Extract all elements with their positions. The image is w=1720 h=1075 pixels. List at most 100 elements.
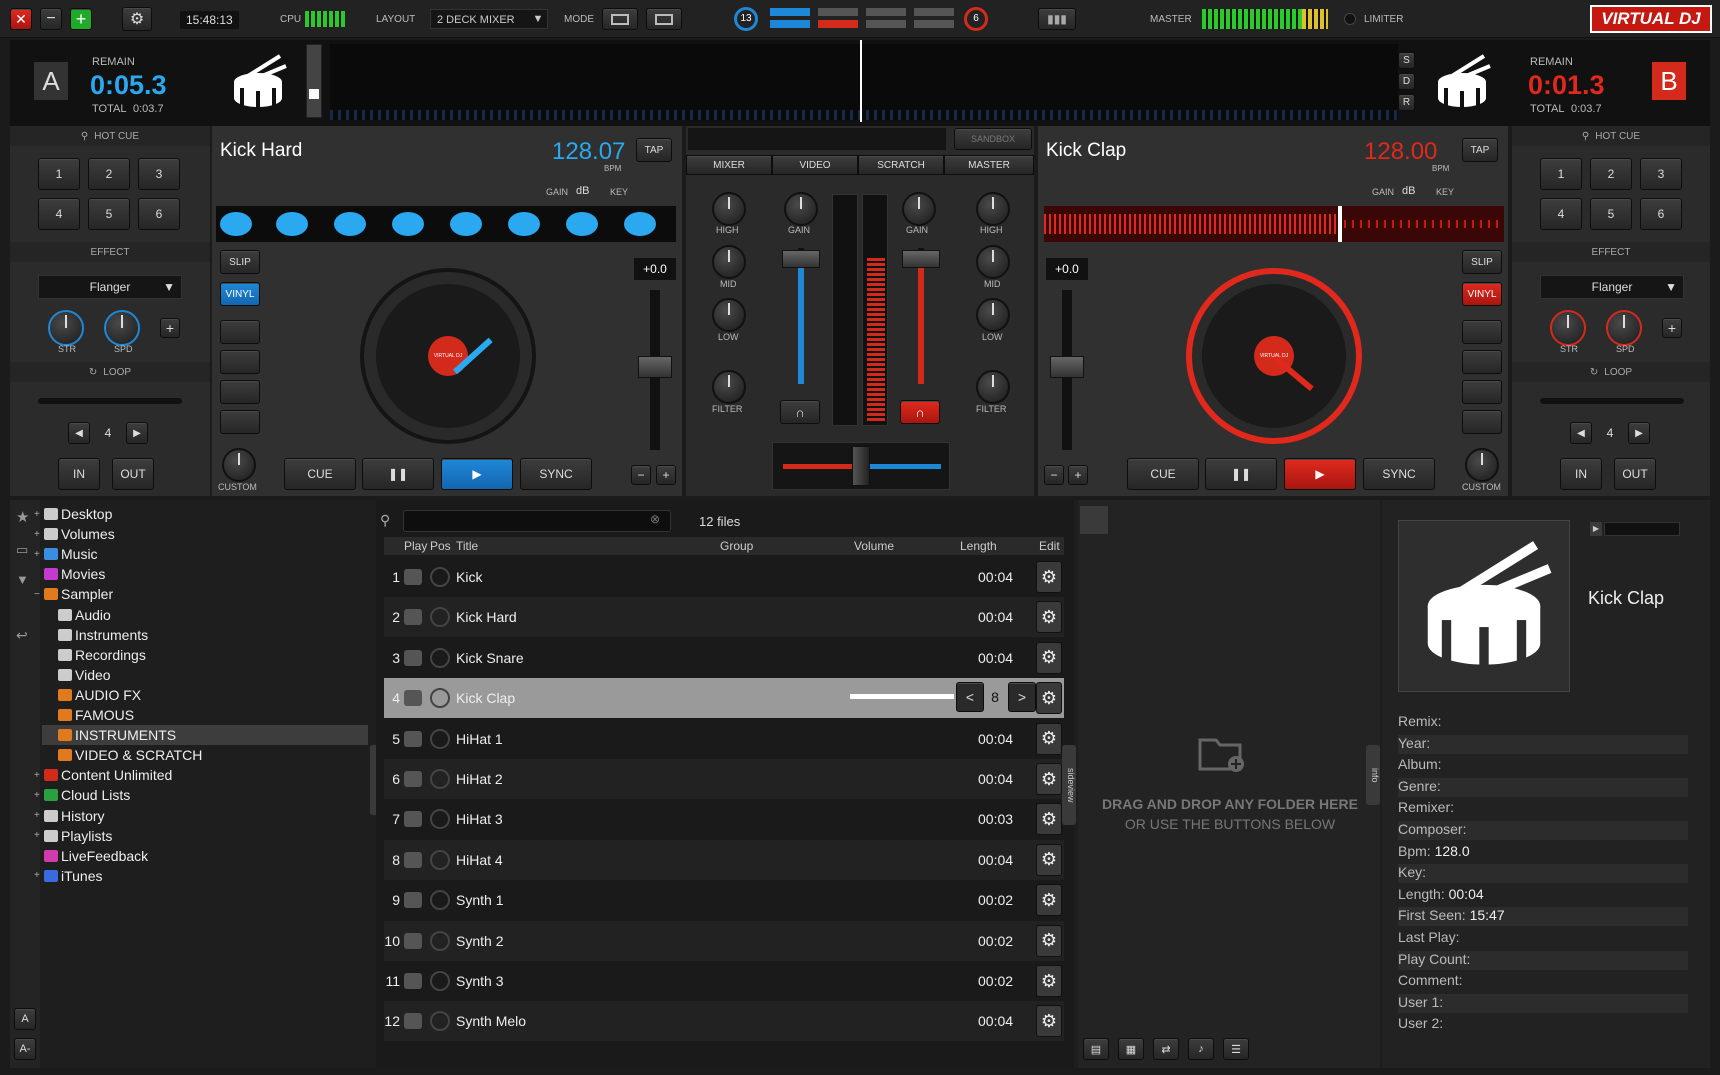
deck-b-platter[interactable]: VIRTUAL DJ (1186, 268, 1362, 444)
deck-a-pitch-fader[interactable] (638, 356, 672, 378)
add-effect-button-right[interactable]: + (1662, 318, 1682, 338)
table-row[interactable]: 5 HiHat 1 00:04 ⚙ (384, 719, 1064, 759)
gear-icon[interactable]: ⚙ (1036, 803, 1062, 836)
deck-a-play-button[interactable]: ▶ (441, 458, 513, 490)
gear-icon[interactable]: ⚙ (1036, 884, 1062, 917)
close-button[interactable]: ✕ (10, 8, 32, 30)
tree-item[interactable]: INSTRUMENTS (58, 725, 176, 745)
loop-prev-left[interactable]: ◀ (68, 422, 90, 444)
star-icon[interactable]: ★ (16, 508, 29, 526)
selected-row-volume[interactable] (850, 694, 954, 699)
spd-knob-right[interactable] (1606, 310, 1642, 346)
tab-video[interactable]: VIDEO (772, 155, 858, 175)
tree-item[interactable]: + Content Unlimited (34, 765, 172, 785)
loop-in-right[interactable]: IN (1560, 458, 1602, 490)
loop-slider-left[interactable] (38, 398, 182, 404)
expand-icon[interactable]: + (34, 810, 42, 821)
loop-out-left[interactable]: OUT (112, 458, 154, 490)
tree-item[interactable]: + Playlists (34, 826, 112, 846)
deck-b-pitch-fader[interactable] (1050, 356, 1084, 378)
mode-button-2[interactable] (646, 8, 682, 30)
hotcue-6-left[interactable]: 6 (138, 198, 180, 230)
deck-a-vinyl-button[interactable]: VINYL (220, 282, 260, 306)
loop-slider-right[interactable] (1540, 398, 1684, 404)
font-size-button[interactable]: A (14, 1008, 36, 1030)
expand-icon[interactable]: + (34, 509, 42, 520)
hotcue-5-left[interactable]: 5 (88, 198, 130, 230)
deck-a-waveform[interactable] (216, 206, 676, 242)
effect-select-right[interactable]: Flanger ▼ (1540, 275, 1684, 299)
table-row[interactable]: 9 Synth 1 00:02 ⚙ (384, 880, 1064, 920)
deck-b-waveform[interactable] (1044, 206, 1504, 242)
hotcue-4-right[interactable]: 4 (1540, 198, 1582, 230)
deck-b-pad-1[interactable] (1462, 320, 1502, 344)
settings-icon[interactable]: ⚙ (122, 7, 152, 31)
loop-prev-right[interactable]: ◀ (1570, 422, 1592, 444)
hotcue-5-right[interactable]: 5 (1590, 198, 1632, 230)
col-play[interactable]: Play (404, 539, 427, 553)
back-icon[interactable]: ↩ (16, 627, 28, 644)
tree-item[interactable]: Video (58, 665, 111, 685)
gear-icon[interactable]: ⚙ (1036, 1005, 1062, 1038)
deck-b-pad-4[interactable] (1462, 410, 1502, 434)
hotcue-1-left[interactable]: 1 (38, 158, 80, 190)
deck-b-pad-3[interactable] (1462, 380, 1502, 404)
sideview-button-1[interactable]: ▤ (1083, 1038, 1109, 1060)
selected-row-next[interactable]: > (1008, 682, 1036, 712)
tree-item[interactable]: Instruments (58, 625, 148, 645)
channel-fader-right[interactable] (902, 250, 940, 268)
filter-left[interactable] (712, 370, 746, 404)
str-knob-right[interactable] (1550, 310, 1586, 346)
gear-icon[interactable]: ⚙ (1036, 763, 1062, 795)
deck-a-cue-button[interactable]: CUE (284, 458, 356, 490)
gear-icon[interactable]: ⚙ (1036, 561, 1062, 593)
headphone-left-button[interactable]: ∩ (780, 400, 820, 424)
deck-b-slip-button[interactable]: SLIP (1462, 250, 1502, 274)
selected-row-prev[interactable]: < (956, 682, 984, 712)
filter-right[interactable] (976, 370, 1010, 404)
tree-item[interactable]: + Cloud Lists (34, 785, 130, 805)
gear-icon[interactable]: ⚙ (1036, 843, 1062, 876)
col-group[interactable]: Group (720, 539, 753, 553)
hotcue-2-right[interactable]: 2 (1590, 158, 1632, 190)
minimize-button[interactable]: − (40, 8, 62, 30)
expand-icon[interactable]: + (34, 790, 42, 801)
clear-search-icon[interactable]: ⊗ (650, 512, 660, 526)
monitor-icon[interactable]: ▭ (16, 542, 28, 558)
tree-item[interactable]: Audio (58, 605, 111, 625)
hotcue-4-left[interactable]: 4 (38, 198, 80, 230)
gear-icon[interactable]: ⚙ (1036, 924, 1062, 957)
table-row[interactable]: 3 Kick Snare 00:04 ⚙ (384, 638, 1064, 678)
expand-icon[interactable]: − (34, 589, 42, 600)
col-edit[interactable]: Edit (1039, 539, 1060, 553)
tab-mixer[interactable]: MIXER (686, 155, 772, 175)
gear-icon[interactable]: ⚙ (1036, 682, 1062, 715)
mic-icon[interactable]: ♪ (1188, 1038, 1214, 1060)
hotcue-1-right[interactable]: 1 (1540, 158, 1582, 190)
tree-item[interactable]: Movies (44, 564, 105, 584)
search-input[interactable] (403, 510, 671, 532)
sideview-tab[interactable]: sideview (1062, 745, 1076, 825)
table-row[interactable]: 2 Kick Hard 00:04 ⚙ (384, 597, 1064, 638)
deck-a-platter[interactable]: VIRTUAL DJ (360, 268, 536, 444)
expand-icon[interactable]: + (34, 529, 42, 540)
loop-next-right[interactable]: ▶ (1628, 422, 1650, 444)
tree-item[interactable]: + Volumes (34, 524, 115, 544)
deck-b-cue-button[interactable]: CUE (1127, 458, 1199, 490)
hotcue-6-right[interactable]: 6 (1640, 198, 1682, 230)
tree-item[interactable]: + History (34, 806, 105, 826)
expand-icon[interactable]: + (34, 770, 42, 781)
deck-b-pitch-plus[interactable]: + (1068, 465, 1088, 485)
hotcue-3-right[interactable]: 3 (1640, 158, 1682, 190)
gear-icon[interactable]: ⚙ (1036, 641, 1062, 674)
info-play-button[interactable]: ▶ (1590, 522, 1602, 536)
tree-item[interactable]: + Desktop (34, 504, 112, 524)
deck-b-custom-knob[interactable] (1465, 448, 1499, 482)
table-row[interactable]: 10 Synth 2 00:02 ⚙ (384, 920, 1064, 961)
deck-b-play-button[interactable]: ▶ (1284, 458, 1356, 490)
font-size-smaller-button[interactable]: A- (14, 1038, 36, 1060)
channel-fader-left[interactable] (782, 250, 820, 268)
headphone-right-button[interactable]: ∩ (900, 400, 940, 424)
tree-item[interactable]: + iTunes (34, 866, 103, 886)
gear-icon[interactable]: ⚙ (1036, 965, 1062, 997)
